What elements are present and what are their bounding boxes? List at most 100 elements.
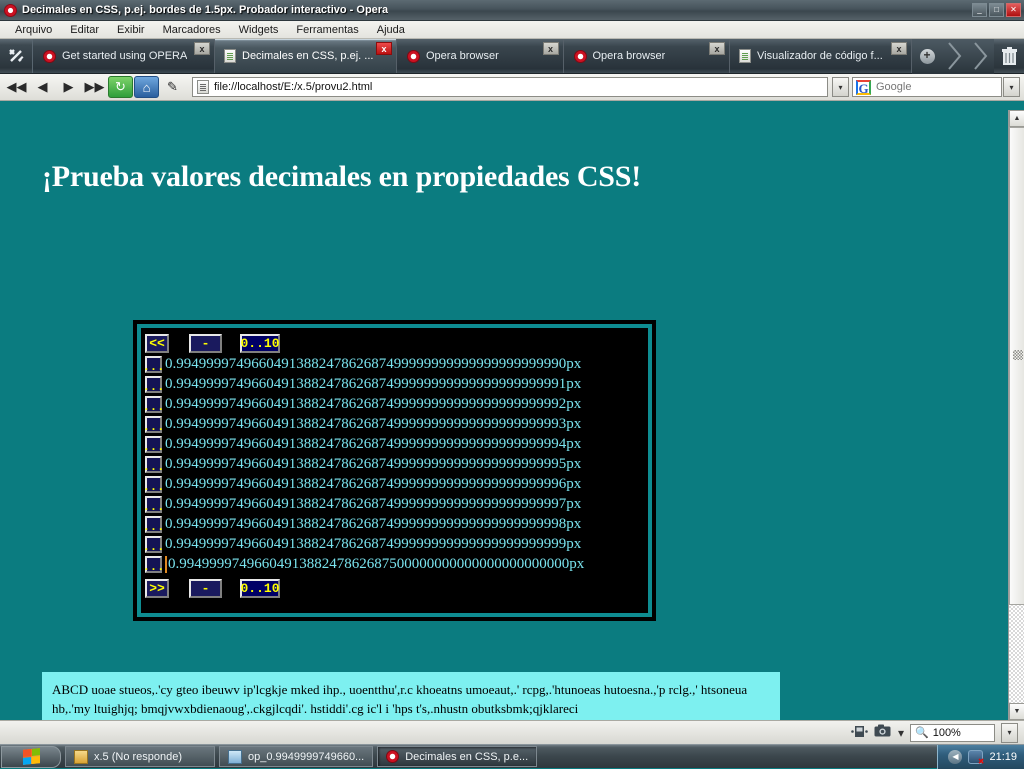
reload-button[interactable]: ↻ — [108, 76, 133, 98]
plus-icon: + — [919, 48, 935, 64]
taskbar-item-paint[interactable]: op_0.9949999749660... — [219, 746, 374, 767]
search-input[interactable]: Google — [876, 81, 911, 93]
decrement-button[interactable]: - — [189, 333, 222, 353]
row-options-button[interactable]: ... — [143, 475, 164, 493]
close-button[interactable]: ✕ — [1006, 3, 1021, 17]
images-icon[interactable] — [851, 725, 868, 741]
tab-tools-button[interactable] — [0, 39, 33, 73]
tab-opera-browser-1[interactable]: Opera browser x — [397, 39, 564, 73]
prev-page-button[interactable]: << — [145, 333, 169, 353]
camera-icon[interactable] — [874, 724, 892, 741]
value-text: 0.99499997496604913882478626874999999999… — [165, 535, 582, 552]
address-dropdown-button[interactable]: ▾ — [832, 77, 849, 97]
value-row: ... 0.9949999749660491388247862687499999… — [143, 534, 648, 554]
paint-icon — [228, 749, 242, 764]
row-options-button[interactable]: ... — [143, 535, 164, 553]
value-text: 0.99499997496604913882478626874999999999… — [165, 395, 582, 412]
tab-decimales-en-css[interactable]: Decimales en CSS, p.ej. ... x — [215, 39, 397, 73]
row-options-button[interactable]: ... — [143, 455, 164, 473]
menu-arquivo[interactable]: Arquivo — [6, 23, 61, 37]
edit-page-button[interactable]: ✎ — [160, 76, 185, 98]
scroll-down-button[interactable]: ▼ — [1009, 703, 1024, 720]
tab-overflow-chevron-2[interactable] — [968, 38, 994, 74]
tab-label: Decimales en CSS, p.ej. ... — [242, 50, 374, 62]
document-icon — [224, 49, 236, 63]
tab-get-started[interactable]: Get started using OPERA x — [33, 39, 215, 73]
range-button-bottom[interactable]: 0..10 — [240, 578, 280, 598]
fast-forward-button[interactable]: ▶▶ — [82, 76, 107, 98]
window-title: Decimales en CSS, p.ej. bordes de 1.5px.… — [22, 4, 389, 16]
trash-button[interactable] — [994, 46, 1024, 66]
maximize-button[interactable]: □ — [989, 3, 1004, 17]
tabbar-end-controls: + — [912, 38, 1024, 74]
taskbar-item-opera[interactable]: Decimales en CSS, p.e... — [377, 746, 538, 767]
opera-icon — [43, 49, 56, 63]
tray-expand-icon[interactable]: ◀ — [948, 750, 963, 764]
start-button[interactable] — [1, 745, 61, 768]
page-title: ¡Prueba valores decimales en propiedades… — [42, 160, 642, 193]
magnifier-icon: 🔍 — [915, 727, 929, 739]
row-options-button[interactable]: ... — [143, 375, 164, 393]
menu-exibir[interactable]: Exibir — [108, 23, 154, 37]
menu-ferramentas[interactable]: Ferramentas — [287, 23, 367, 37]
row-options-button[interactable]: ... — [143, 555, 164, 573]
new-tab-button[interactable]: + — [912, 38, 942, 74]
row-options-button[interactable]: ... — [143, 435, 164, 453]
network-disconnected-icon[interactable] — [968, 750, 984, 766]
minimize-button[interactable]: _ — [972, 3, 987, 17]
opera-logo-icon — [4, 3, 17, 17]
rewind-button[interactable]: ◀◀ — [4, 76, 29, 98]
search-bar[interactable]: G Google — [852, 77, 1002, 97]
camera-dropdown-icon[interactable]: ▾ — [898, 726, 904, 740]
page-scrollbar[interactable]: ▲ ▼ — [1008, 110, 1024, 720]
tab-visualizador-codigo[interactable]: Visualizador de código f... x — [730, 39, 912, 73]
tab-opera-browser-2[interactable]: Opera browser x — [563, 39, 730, 73]
tab-label: Visualizador de código f... — [757, 50, 883, 62]
tab-close-icon[interactable]: x — [542, 42, 559, 55]
search-dropdown-button[interactable]: ▾ — [1003, 77, 1020, 97]
home-button[interactable]: ⌂ — [134, 76, 159, 98]
row-options-button[interactable]: ... — [143, 355, 164, 373]
menu-ajuda[interactable]: Ajuda — [368, 23, 414, 37]
row-options-button[interactable]: ... — [143, 415, 164, 433]
value-row: ... 0.9949999749660491388247862687499999… — [143, 494, 648, 514]
scrollbar-thumb[interactable] — [1009, 127, 1024, 605]
taskbar-item-x5[interactable]: x.5 (No responde) — [65, 746, 215, 767]
forward-button[interactable]: ▶ — [56, 76, 81, 98]
navigation-toolbar: ◀◀ ◀ ▶ ▶▶ ↻ ⌂ ✎ file://localhost/E:/x.5/… — [0, 74, 1024, 101]
row-options-button[interactable]: ... — [143, 395, 164, 413]
tab-close-icon[interactable]: x — [891, 42, 907, 55]
tab-close-icon[interactable]: x — [376, 42, 392, 55]
value-text: 0.99499997496604913882478626875000000000… — [165, 555, 584, 573]
value-text: 0.99499997496604913882478626874999999999… — [165, 435, 582, 452]
tab-overflow-chevron[interactable] — [942, 38, 968, 74]
web-page: ¡Prueba valores decimales en propiedades… — [0, 110, 1008, 720]
widget-bottom-controls: >> - 0..10 — [145, 577, 648, 599]
decrement-button-bottom[interactable]: - — [189, 578, 222, 598]
range-button[interactable]: 0..10 — [240, 333, 280, 353]
page-viewport: ¡Prueba valores decimales en propiedades… — [0, 110, 1024, 720]
back-button[interactable]: ◀ — [30, 76, 55, 98]
menu-widgets[interactable]: Widgets — [230, 23, 288, 37]
value-row: ... 0.9949999749660491388247862687499999… — [143, 434, 648, 454]
menu-editar[interactable]: Editar — [61, 23, 108, 37]
taskbar: x.5 (No responde) op_0.9949999749660... … — [0, 744, 1024, 769]
opera-icon — [407, 49, 420, 63]
zoom-control[interactable]: 🔍 100% — [910, 723, 995, 742]
next-page-button[interactable]: >> — [145, 578, 169, 598]
value-text: 0.99499997496604913882478626874999999999… — [165, 515, 582, 532]
tab-close-icon[interactable]: x — [709, 42, 725, 55]
address-bar-value: file://localhost/E:/x.5/provu2.html — [214, 81, 373, 93]
address-bar[interactable]: file://localhost/E:/x.5/provu2.html — [192, 77, 828, 97]
clock[interactable]: 21:19 — [989, 751, 1017, 763]
value-text: 0.99499997496604913882478626874999999999… — [165, 415, 582, 432]
value-row: ... 0.9949999749660491388247862687499999… — [143, 374, 648, 394]
menu-marcadores[interactable]: Marcadores — [154, 23, 230, 37]
zoom-dropdown-button[interactable]: ▾ — [1001, 722, 1018, 743]
row-options-button[interactable]: ... — [143, 495, 164, 513]
chevron-right-icon — [948, 42, 962, 70]
scroll-up-button[interactable]: ▲ — [1009, 110, 1024, 127]
row-options-button[interactable]: ... — [143, 515, 164, 533]
tab-close-icon[interactable]: x — [194, 42, 210, 55]
windows-logo-icon — [22, 748, 40, 765]
